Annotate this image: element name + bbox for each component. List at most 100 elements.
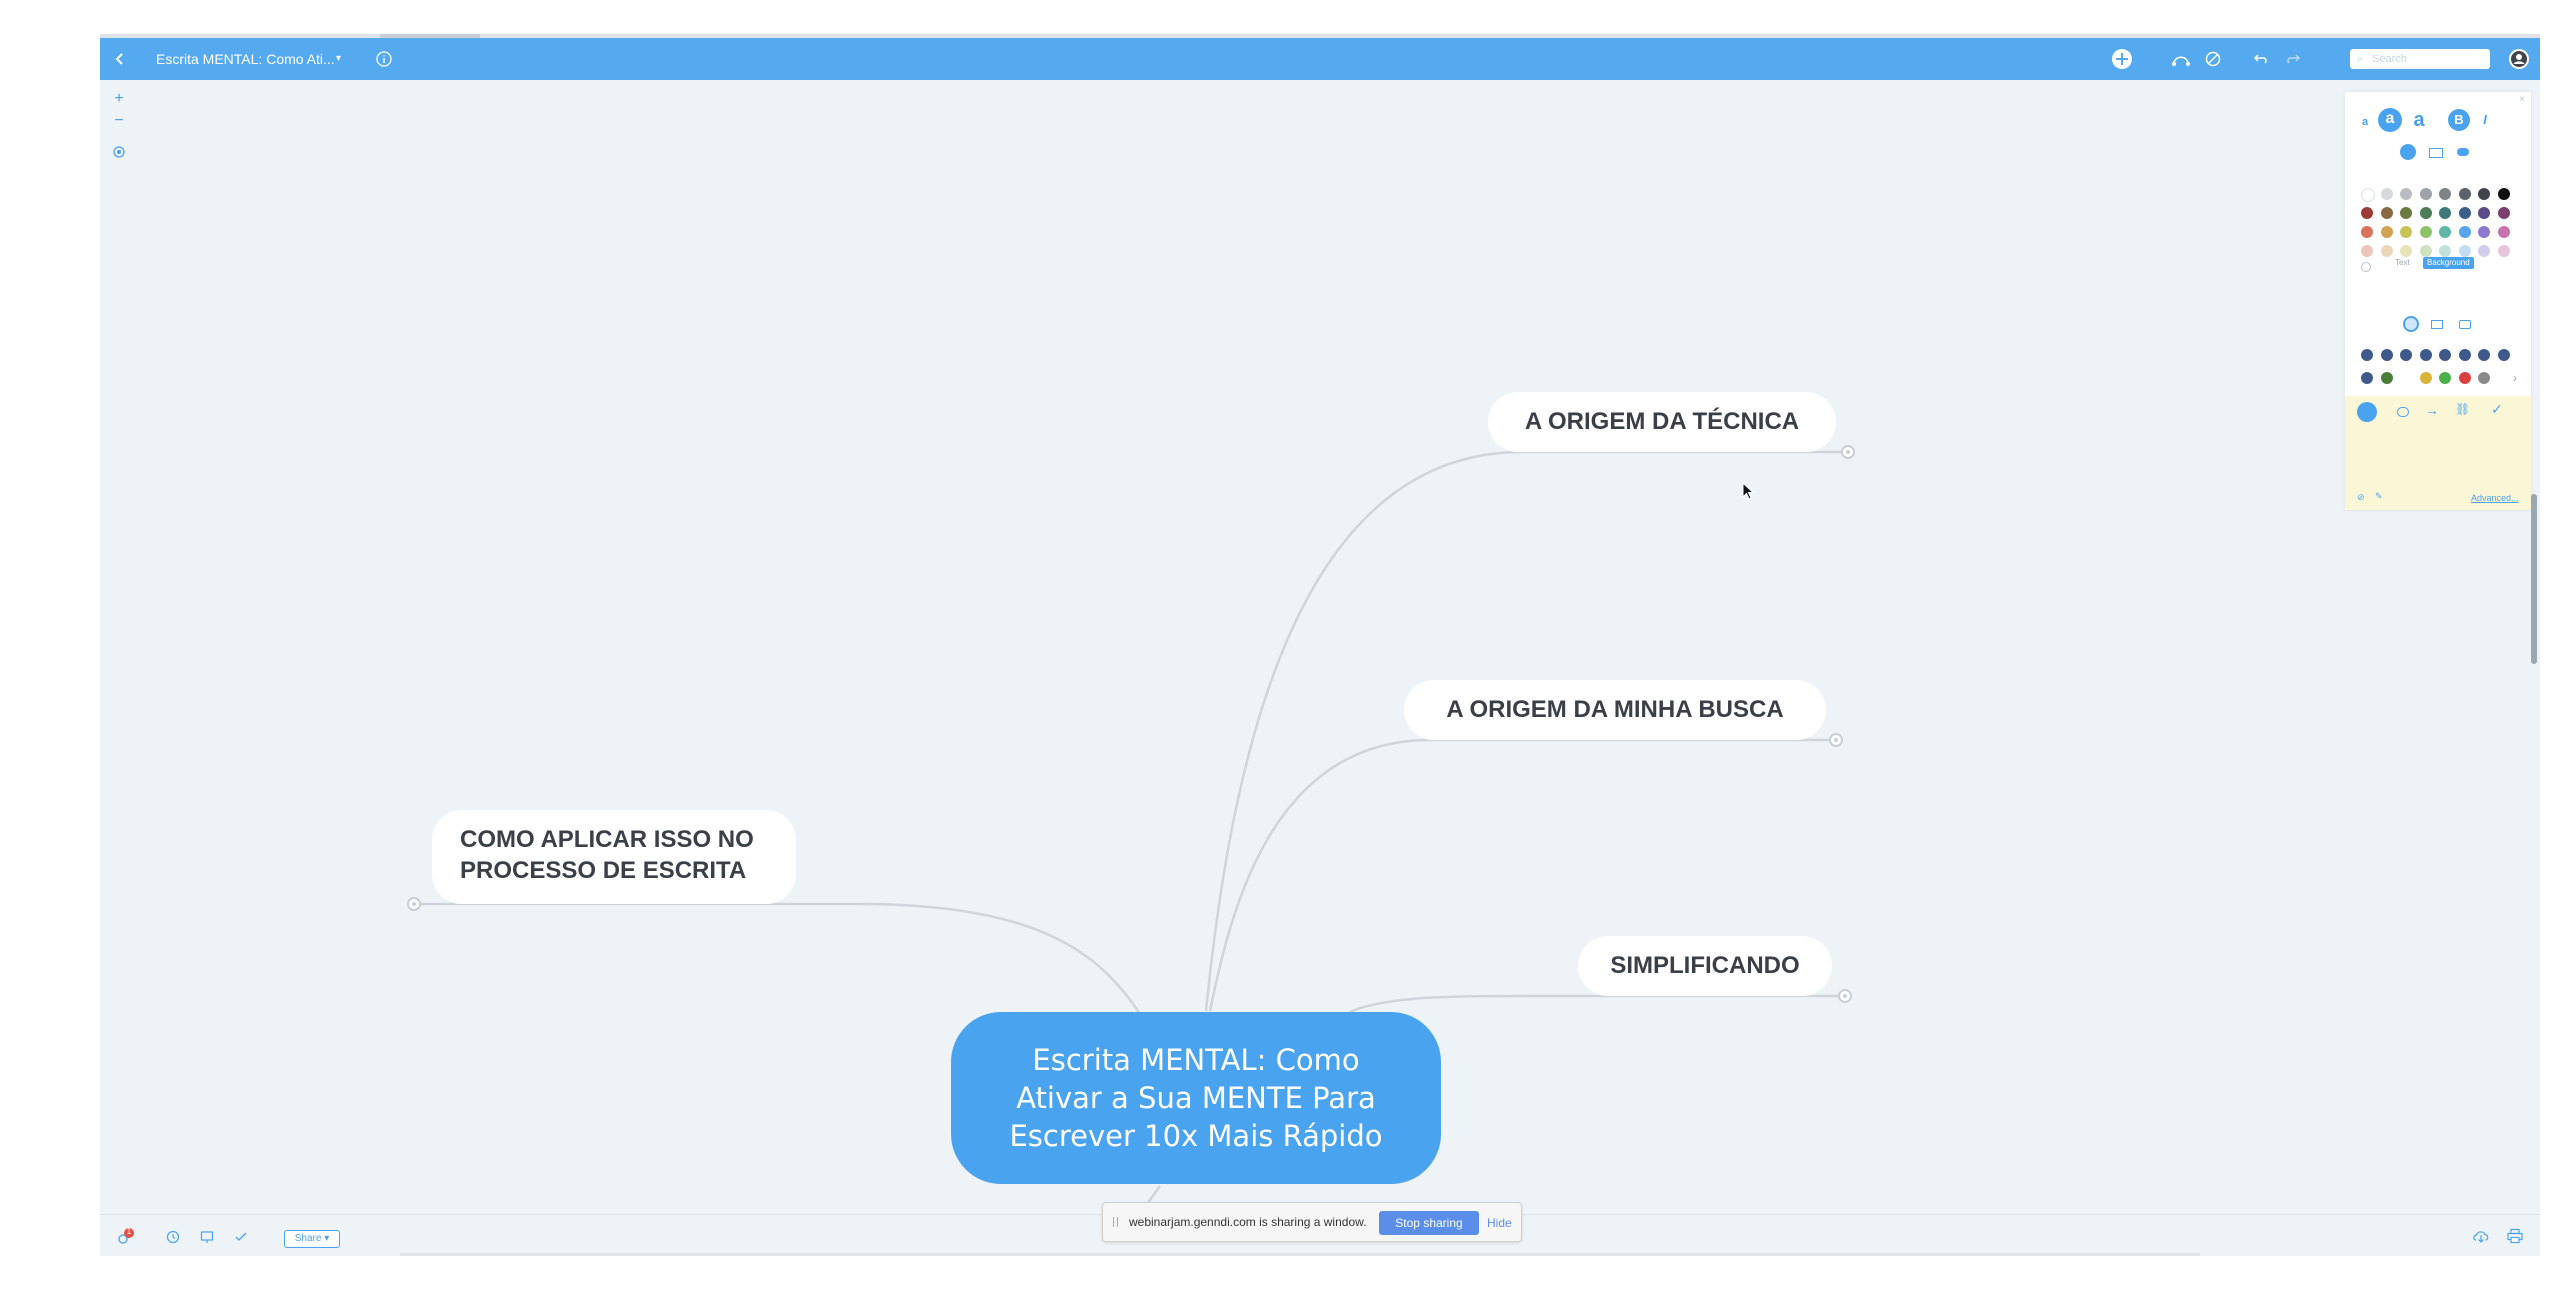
window-top-edge	[100, 34, 2540, 38]
font-size-medium-button[interactable]: a	[2378, 108, 2402, 132]
mouse-cursor-icon	[1742, 482, 1755, 500]
link-icon[interactable]: ⛓	[2455, 402, 2470, 416]
topic-origem-busca[interactable]: A ORIGEM DA MINHA BUSCA	[1404, 680, 1826, 740]
close-icon[interactable]: ×	[2519, 94, 2525, 105]
color-swatch[interactable]	[2478, 207, 2490, 219]
chevron-right-icon[interactable]: ›	[2513, 371, 2517, 385]
topic-label: A ORIGEM DA TÉCNICA	[1524, 408, 1800, 435]
color-swatch[interactable]	[2380, 188, 2393, 200]
boundary-icon[interactable]	[2397, 407, 2409, 417]
color-swatch[interactable]	[2380, 207, 2393, 219]
window-bottom-edge	[400, 1253, 2200, 1256]
color-swatch[interactable]	[2439, 188, 2451, 200]
number-badge-icon[interactable]	[2497, 349, 2510, 361]
attachment-icon[interactable]: ⊘	[2357, 492, 2365, 503]
notifications-icon[interactable]: 1	[116, 1227, 136, 1247]
color-swatch[interactable]	[2439, 207, 2451, 219]
fill-icon[interactable]	[2429, 148, 2443, 158]
central-topic[interactable]: Escrita MENTAL: Como Ativar a Sua MENTE …	[951, 1012, 1441, 1184]
topic-label-line-2: PROCESSO DE ESCRITA	[460, 857, 747, 884]
advanced-link[interactable]: Advanced...	[2471, 493, 2519, 503]
color-swatch[interactable]	[2439, 245, 2451, 257]
number-badge-icon[interactable]	[2361, 349, 2373, 361]
text-tab[interactable]: Text	[2395, 258, 2410, 267]
collapse-handle[interactable]	[407, 897, 421, 911]
number-badge-icon[interactable]	[2458, 349, 2471, 361]
font-size-small-button[interactable]: a	[2357, 114, 2373, 130]
checkmark-icon[interactable]: ✓	[2491, 401, 2503, 418]
topic-label-line-1: COMO APLICAR ISSO NO	[460, 826, 754, 853]
number-badge-icon[interactable]	[2380, 349, 2393, 361]
topic-origem-tecnica[interactable]: A ORIGEM DA TÉCNICA	[1488, 392, 1836, 452]
color-swatch[interactable]	[2380, 245, 2393, 257]
shape-icon[interactable]	[2457, 148, 2469, 156]
color-swatch[interactable]	[2478, 226, 2490, 238]
hide-button[interactable]: Hide	[1487, 1211, 1512, 1235]
badge-icon[interactable]	[2419, 372, 2432, 384]
color-swatch[interactable]	[2419, 226, 2432, 238]
share-button[interactable]: Share ▾	[284, 1230, 340, 1248]
color-swatch[interactable]	[2400, 188, 2412, 200]
badge-icon[interactable]	[2380, 372, 2393, 384]
download-icon[interactable]	[2472, 1228, 2490, 1249]
color-swatch[interactable]	[2400, 245, 2412, 257]
color-swatch[interactable]	[2419, 245, 2432, 257]
no-color-icon[interactable]	[2361, 262, 2371, 272]
stop-sharing-button[interactable]: Stop sharing	[1379, 1211, 1479, 1235]
color-swatch[interactable]	[2380, 226, 2393, 238]
tasks-icon[interactable]	[234, 1230, 248, 1249]
scrollbar-thumb[interactable]	[2531, 494, 2537, 664]
collapse-handle[interactable]	[1838, 989, 1852, 1003]
pencil-icon[interactable]: ✎	[2375, 491, 2383, 502]
print-icon[interactable]	[2506, 1228, 2524, 1249]
number-badge-icon[interactable]	[2439, 349, 2451, 361]
screen-share-bar: webinarjam.genndi.com is sharing a windo…	[1102, 1202, 1522, 1242]
connector-como-aplicar	[418, 902, 1142, 1015]
notes-area[interactable]: → ⛓ ✓ ⊘ ✎ Advanced...	[2345, 396, 2531, 510]
number-badge-icon[interactable]	[2400, 349, 2412, 361]
arrow-right-icon[interactable]: →	[2425, 402, 2439, 418]
color-swatch[interactable]	[2439, 226, 2451, 238]
number-badge-icon[interactable]	[2419, 349, 2432, 361]
image-tab-icon[interactable]	[2431, 320, 2443, 329]
badge-icon[interactable]	[2458, 372, 2471, 384]
number-badge-icon[interactable]	[2478, 349, 2490, 361]
color-swatch[interactable]	[2497, 207, 2510, 219]
color-swatch[interactable]	[2361, 188, 2375, 202]
color-swatch[interactable]	[2419, 188, 2432, 200]
collapse-handle[interactable]	[1829, 733, 1843, 747]
color-swatch[interactable]	[2458, 245, 2471, 257]
color-swatch[interactable]	[2419, 207, 2432, 219]
color-swatch[interactable]	[2478, 188, 2490, 200]
topic-como-aplicar[interactable]: COMO APLICAR ISSO NO PROCESSO DE ESCRITA	[432, 810, 796, 904]
color-swatch[interactable]	[2361, 245, 2373, 257]
text-color-icon[interactable]	[2400, 144, 2416, 160]
badge-icon[interactable]	[2478, 372, 2490, 384]
collapse-handle[interactable]	[1841, 445, 1855, 459]
history-icon[interactable]	[166, 1230, 180, 1249]
bold-button[interactable]: B	[2448, 109, 2470, 131]
font-size-large-button[interactable]: a	[2407, 108, 2431, 132]
color-swatch[interactable]	[2400, 226, 2412, 238]
drag-handle-icon[interactable]	[1113, 1217, 1118, 1227]
color-swatch[interactable]	[2400, 207, 2412, 219]
align-left-icon[interactable]	[2357, 402, 2377, 422]
color-swatch[interactable]	[2458, 207, 2471, 219]
badge-icon[interactable]	[2361, 372, 2373, 384]
color-swatch[interactable]	[2361, 207, 2373, 219]
badge-icon[interactable]	[2439, 372, 2451, 384]
icon-tab-icon[interactable]	[2403, 316, 2419, 332]
background-tab[interactable]: Background	[2423, 257, 2474, 269]
video-tab-icon[interactable]	[2459, 320, 2471, 329]
connector-simplificando	[1349, 994, 1845, 1014]
color-swatch[interactable]	[2458, 226, 2471, 238]
presentation-icon[interactable]	[200, 1230, 214, 1249]
italic-button[interactable]: I	[2477, 109, 2493, 131]
color-swatch[interactable]	[2361, 226, 2373, 238]
color-swatch[interactable]	[2497, 226, 2510, 238]
color-swatch[interactable]	[2458, 188, 2471, 200]
topic-simplificando[interactable]: SIMPLIFICANDO	[1578, 936, 1832, 996]
color-swatch[interactable]	[2497, 245, 2510, 257]
color-swatch[interactable]	[2497, 188, 2510, 200]
color-swatch[interactable]	[2478, 245, 2490, 257]
